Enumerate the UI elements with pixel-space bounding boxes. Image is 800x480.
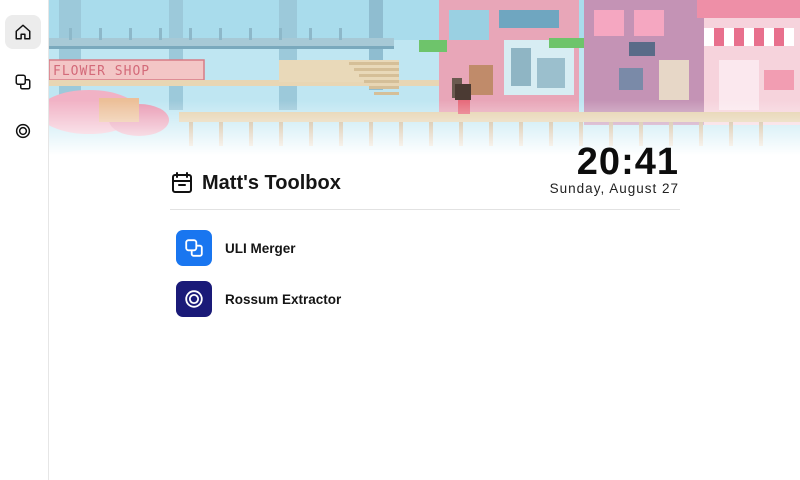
tool-uli-merger[interactable]: ULI Merger [176,229,296,267]
tool-label-rossum-extractor: Rossum Extractor [225,291,342,307]
sidebar-item-uli-merger[interactable] [5,65,41,99]
target-rings-icon [15,123,31,139]
target-rings-icon [185,290,203,308]
overlap-squares-icon [185,239,203,257]
tool-label-uli-merger: ULI Merger [225,240,296,256]
clock-time: 20:41 [576,141,679,183]
page-header: Matt's Toolbox [170,168,341,198]
toolbox-icon [172,172,192,193]
page-title: Matt's Toolbox [202,171,341,194]
clock-widget: 20:41 Sunday, August 27 [550,141,679,196]
sidebar [0,0,49,480]
clock-date: Sunday, August 27 [549,181,679,196]
sidebar-item-home[interactable] [5,15,41,49]
overlap-squares-icon [15,74,31,90]
header-banner-illustration: FLOWER SHOP [49,0,800,160]
shop-sign-text: FLOWER SHOP [53,64,150,79]
tool-icon-rossum-extractor [176,281,212,317]
header-divider [170,209,680,210]
sidebar-item-rossum-extractor[interactable] [5,114,41,148]
banner-fade [49,100,800,160]
home-icon [15,24,31,40]
tool-rossum-extractor[interactable]: Rossum Extractor [176,280,341,318]
tool-icon-uli-merger [176,230,212,266]
